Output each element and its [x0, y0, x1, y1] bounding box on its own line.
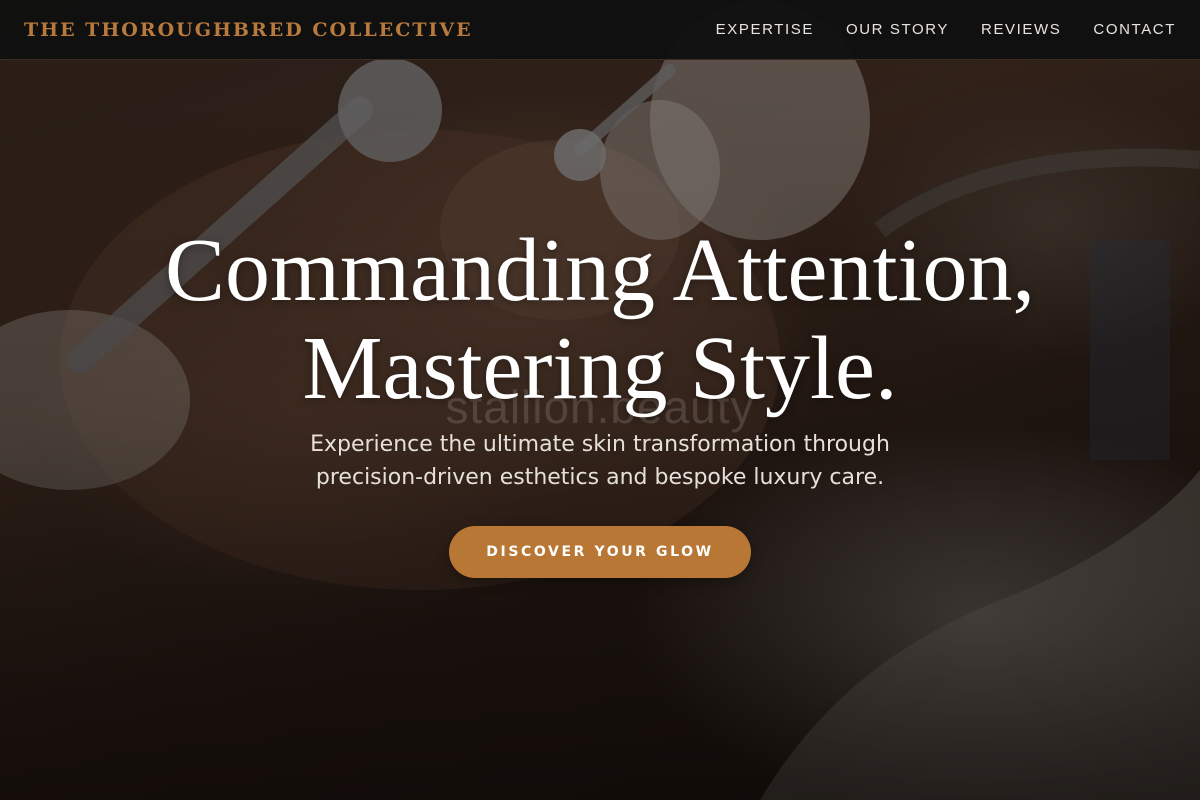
- discover-your-glow-button[interactable]: DISCOVER YOUR GLOW: [449, 526, 751, 578]
- hero-subtitle-line-2: precision-driven esthetics and bespoke l…: [315, 465, 885, 490]
- hero-headline: Commanding Attention, Mastering Style.: [0, 222, 1200, 418]
- hero-subtitle-line-1: Experience the ultimate skin transformat…: [310, 432, 890, 457]
- nav-link-contact[interactable]: CONTACT: [1093, 21, 1176, 38]
- hero-subtitle: Experience the ultimate skin transformat…: [0, 428, 1200, 494]
- nav-link-our-story[interactable]: OUR STORY: [846, 21, 949, 38]
- hero-section: stallion.beauty Commanding Attention, Ma…: [0, 0, 1200, 800]
- hero-headline-line-2: Mastering Style.: [302, 319, 898, 418]
- nav-link-expertise[interactable]: EXPERTISE: [716, 21, 814, 38]
- hero-headline-line-1: Commanding Attention,: [165, 221, 1035, 320]
- nav-link-reviews[interactable]: REVIEWS: [981, 21, 1061, 38]
- brand-logo-link[interactable]: THE THOROUGHBRED COLLECTIVE: [24, 19, 473, 41]
- site-header: THE THOROUGHBRED COLLECTIVE EXPERTISE OU…: [0, 0, 1200, 60]
- main-nav: EXPERTISE OUR STORY REVIEWS CONTACT: [716, 21, 1176, 38]
- page: THE THOROUGHBRED COLLECTIVE EXPERTISE OU…: [0, 0, 1200, 800]
